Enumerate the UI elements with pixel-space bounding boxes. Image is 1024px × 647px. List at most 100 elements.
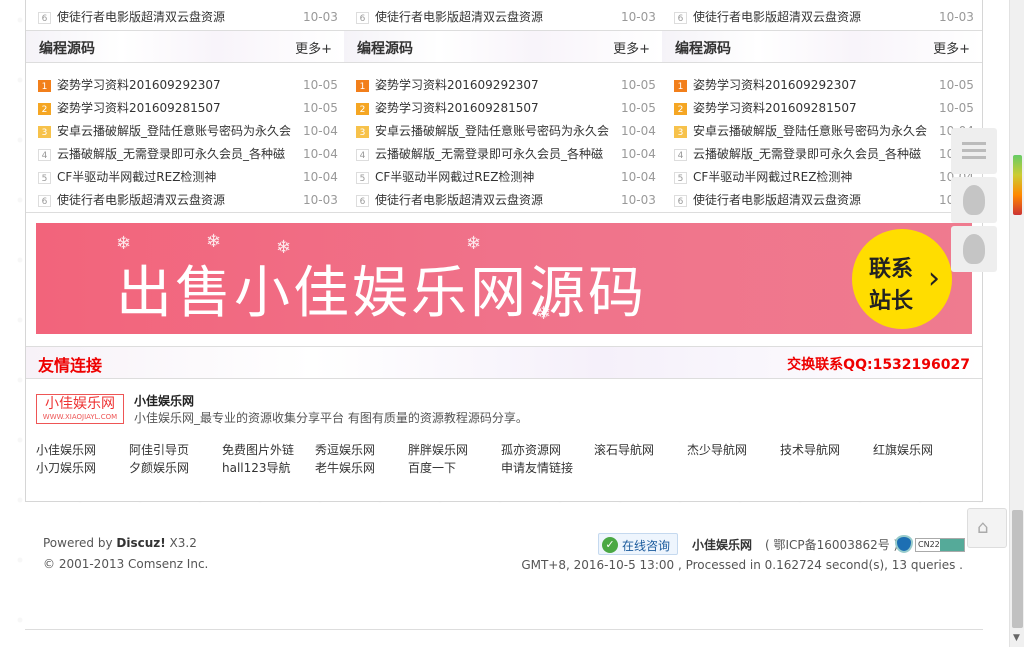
item-title[interactable]: CF半驱动半网截过REZ检测神 [375, 166, 611, 189]
apply-friend-link[interactable]: 申请友情链接 [501, 459, 573, 476]
item-title[interactable]: 使徒行者电影版超清双云盘资源 [57, 189, 293, 212]
item-title[interactable]: 安卓云播破解版_登陆任意账号密码为永久会 [375, 120, 611, 143]
item-title[interactable]: 使徒行者电影版超清双云盘资源 [57, 6, 293, 29]
section-header: 编程源码 更多+ [344, 30, 662, 63]
item-date: 10-05 [939, 78, 974, 92]
more-link[interactable]: 更多+ [295, 38, 332, 57]
item-title[interactable]: 使徒行者电影版超清双云盘资源 [375, 189, 611, 212]
icp-number[interactable]: ( 鄂ICP备16003862号 ) [765, 536, 898, 553]
item-title[interactable]: 姿势学习资料201609292307 [375, 74, 611, 97]
item-title[interactable]: 姿势学习资料201609281507 [375, 97, 611, 120]
list-item[interactable]: 6 使徒行者电影版超清双云盘资源 10-03 [344, 6, 662, 29]
list-item[interactable]: 3安卓云播破解版_登陆任意账号密码为永久会10-04 [344, 120, 662, 143]
discuz-link[interactable]: Discuz! [116, 536, 165, 550]
list-column: 1 姿势学习资料201609292307 10-05 2 姿势学习资料20160928… [662, 74, 980, 212]
rank-badge: 3 [356, 126, 369, 138]
list-item[interactable]: 4 云播破解版_无需登录即可永久会员_各种磁 10-04 [26, 143, 344, 166]
contact-admin-button[interactable]: 联系 站长 › [852, 229, 952, 329]
friend-links-title: 友情连接 [38, 356, 103, 375]
list-item[interactable]: 1 姿势学习资料201609292307 10-05 [662, 74, 980, 97]
item-title[interactable]: 云播破解版_无需登录即可永久会员_各种磁 [375, 143, 611, 166]
back-to-top-button[interactable]: ⌂ [967, 508, 1007, 548]
list-item[interactable]: 1 姿势学习资料201609292307 10-05 [344, 74, 662, 97]
list-item[interactable]: 6使徒行者电影版超清双云盘资源10-03 [662, 189, 980, 212]
friend-link[interactable]: 滚石导航网 [594, 441, 654, 458]
menu-button[interactable] [951, 128, 997, 174]
rank-badge: 4 [38, 149, 51, 161]
scroll-down-arrow-icon[interactable]: ▼ [1013, 633, 1020, 643]
featured-site-name[interactable]: 小佳娱乐网 [134, 392, 194, 409]
vertical-scrollbar[interactable]: ▼ [1009, 0, 1024, 647]
friend-link[interactable]: 老牛娱乐网 [315, 459, 375, 476]
friend-links-header: 友情连接 交换联系QQ:1532196027 [26, 346, 982, 379]
more-link[interactable]: 更多+ [613, 38, 650, 57]
item-title[interactable]: CF半驱动半网截过REZ检测神 [57, 166, 293, 189]
list-item[interactable]: 5CF半驱动半网截过REZ检测神10-04 [344, 166, 662, 189]
friend-link[interactable]: 杰少导航网 [687, 441, 747, 458]
item-title[interactable]: 姿势学习资料201609292307 [57, 74, 293, 97]
item-title[interactable]: CF半驱动半网截过REZ检测神 [693, 166, 929, 189]
friend-link[interactable]: 小刀娱乐网 [36, 459, 96, 476]
item-title[interactable]: 使徒行者电影版超清双云盘资源 [693, 189, 929, 212]
qq-button[interactable] [951, 177, 997, 223]
list-item[interactable]: 5CF半驱动半网截过REZ检测神10-04 [26, 166, 344, 189]
friend-link[interactable]: 阿佳引导页 [129, 441, 189, 458]
friend-link[interactable]: 百度一下 [408, 459, 456, 476]
item-title[interactable]: 安卓云播破解版_登陆任意账号密码为永久会 [57, 120, 293, 143]
friend-link[interactable]: hall123导航 [222, 459, 291, 476]
list-item[interactable]: 3安卓云播破解版_登陆任意账号密码为永久会10-04 [26, 120, 344, 143]
list-item[interactable]: 2 姿势学习资料201609281507 10-05 [26, 97, 344, 120]
exchange-contact: 交换联系QQ:1532196027 [787, 357, 970, 373]
rank-badge: 4 [356, 149, 369, 161]
friend-link[interactable]: 免费图片外链 [222, 441, 294, 458]
shield-icon[interactable] [895, 535, 913, 553]
item-title[interactable]: 云播破解版_无需登录即可永久会员_各种磁 [57, 143, 293, 166]
friend-link[interactable]: 小佳娱乐网 [36, 441, 96, 458]
item-title[interactable]: 姿势学习资料201609281507 [693, 97, 929, 120]
friend-link[interactable]: 技术导航网 [780, 441, 840, 458]
list-item[interactable]: 6使徒行者电影版超清双云盘资源10-03 [26, 189, 344, 212]
list-column: 6 使徒行者电影版超清双云盘资源 10-03 [662, 6, 980, 29]
item-date: 10-05 [303, 78, 338, 92]
item-date: 10-04 [303, 124, 338, 138]
contact-line: 联系 [869, 257, 914, 282]
item-date: 10-03 [303, 193, 338, 207]
item-title[interactable]: 安卓云播破解版_登陆任意账号密码为永久会 [693, 120, 929, 143]
scrollbar-thumb[interactable] [1012, 510, 1023, 628]
item-date: 10-03 [621, 193, 656, 207]
friend-link[interactable]: 红旗娱乐网 [873, 441, 933, 458]
footer-site-name[interactable]: 小佳娱乐网 [692, 536, 752, 553]
list-item[interactable]: 2 姿势学习资料201609281507 10-05 [662, 97, 980, 120]
promo-banner[interactable]: ❄ ❄ ❄ ❄ ❄ 出售小佳娱乐网源码 联系 站长 › [36, 223, 972, 334]
friend-link[interactable]: 胖胖娱乐网 [408, 441, 468, 458]
menu-icon [962, 142, 986, 145]
rank-badge: 4 [674, 149, 687, 161]
friend-link[interactable]: 夕颜娱乐网 [129, 459, 189, 476]
list-item[interactable]: 1 姿势学习资料201609292307 10-05 [26, 74, 344, 97]
powered-prefix: Powered by [43, 536, 117, 550]
item-title[interactable]: 使徒行者电影版超清双云盘资源 [693, 6, 929, 29]
list-item[interactable]: 4云播破解版_无需登录即可永久会员_各种磁10-04 [662, 143, 980, 166]
item-title[interactable]: 使徒行者电影版超清双云盘资源 [375, 6, 611, 29]
list-item[interactable]: 3安卓云播破解版_登陆任意账号密码为永久会10-04 [662, 120, 980, 143]
list-item[interactable]: 6 使徒行者电影版超清双云盘资源 10-03 [662, 6, 980, 29]
item-date: 10-04 [303, 147, 338, 161]
friend-link[interactable]: 孤亦资源网 [501, 441, 561, 458]
item-date: 10-03 [939, 10, 974, 24]
list-item[interactable]: 2 姿势学习资料201609281507 10-05 [344, 97, 662, 120]
item-date: 10-04 [303, 170, 338, 184]
qq-button[interactable] [951, 226, 997, 272]
cnzz-badge[interactable]: CN22 [915, 538, 965, 552]
list-item[interactable]: 5CF半驱动半网截过REZ检测神10-04 [662, 166, 980, 189]
item-title[interactable]: 云播破解版_无需登录即可永久会员_各种磁 [693, 143, 929, 166]
site-logo[interactable]: 小佳娱乐网 WWW.XIAOJIAYL.COM [36, 394, 124, 424]
more-link[interactable]: 更多+ [933, 38, 970, 57]
online-consult-button[interactable]: ✓ 在线咨询 [598, 533, 678, 555]
item-title[interactable]: 姿势学习资料201609292307 [693, 74, 929, 97]
friend-link[interactable]: 秀逗娱乐网 [315, 441, 375, 458]
list-item[interactable]: 6 使徒行者电影版超清双云盘资源 10-03 [26, 6, 344, 29]
copyright: © 2001-2013 Comsenz Inc. [43, 557, 209, 571]
list-item[interactable]: 6使徒行者电影版超清双云盘资源10-03 [344, 189, 662, 212]
list-item[interactable]: 4云播破解版_无需登录即可永久会员_各种磁10-04 [344, 143, 662, 166]
item-title[interactable]: 姿势学习资料201609281507 [57, 97, 293, 120]
